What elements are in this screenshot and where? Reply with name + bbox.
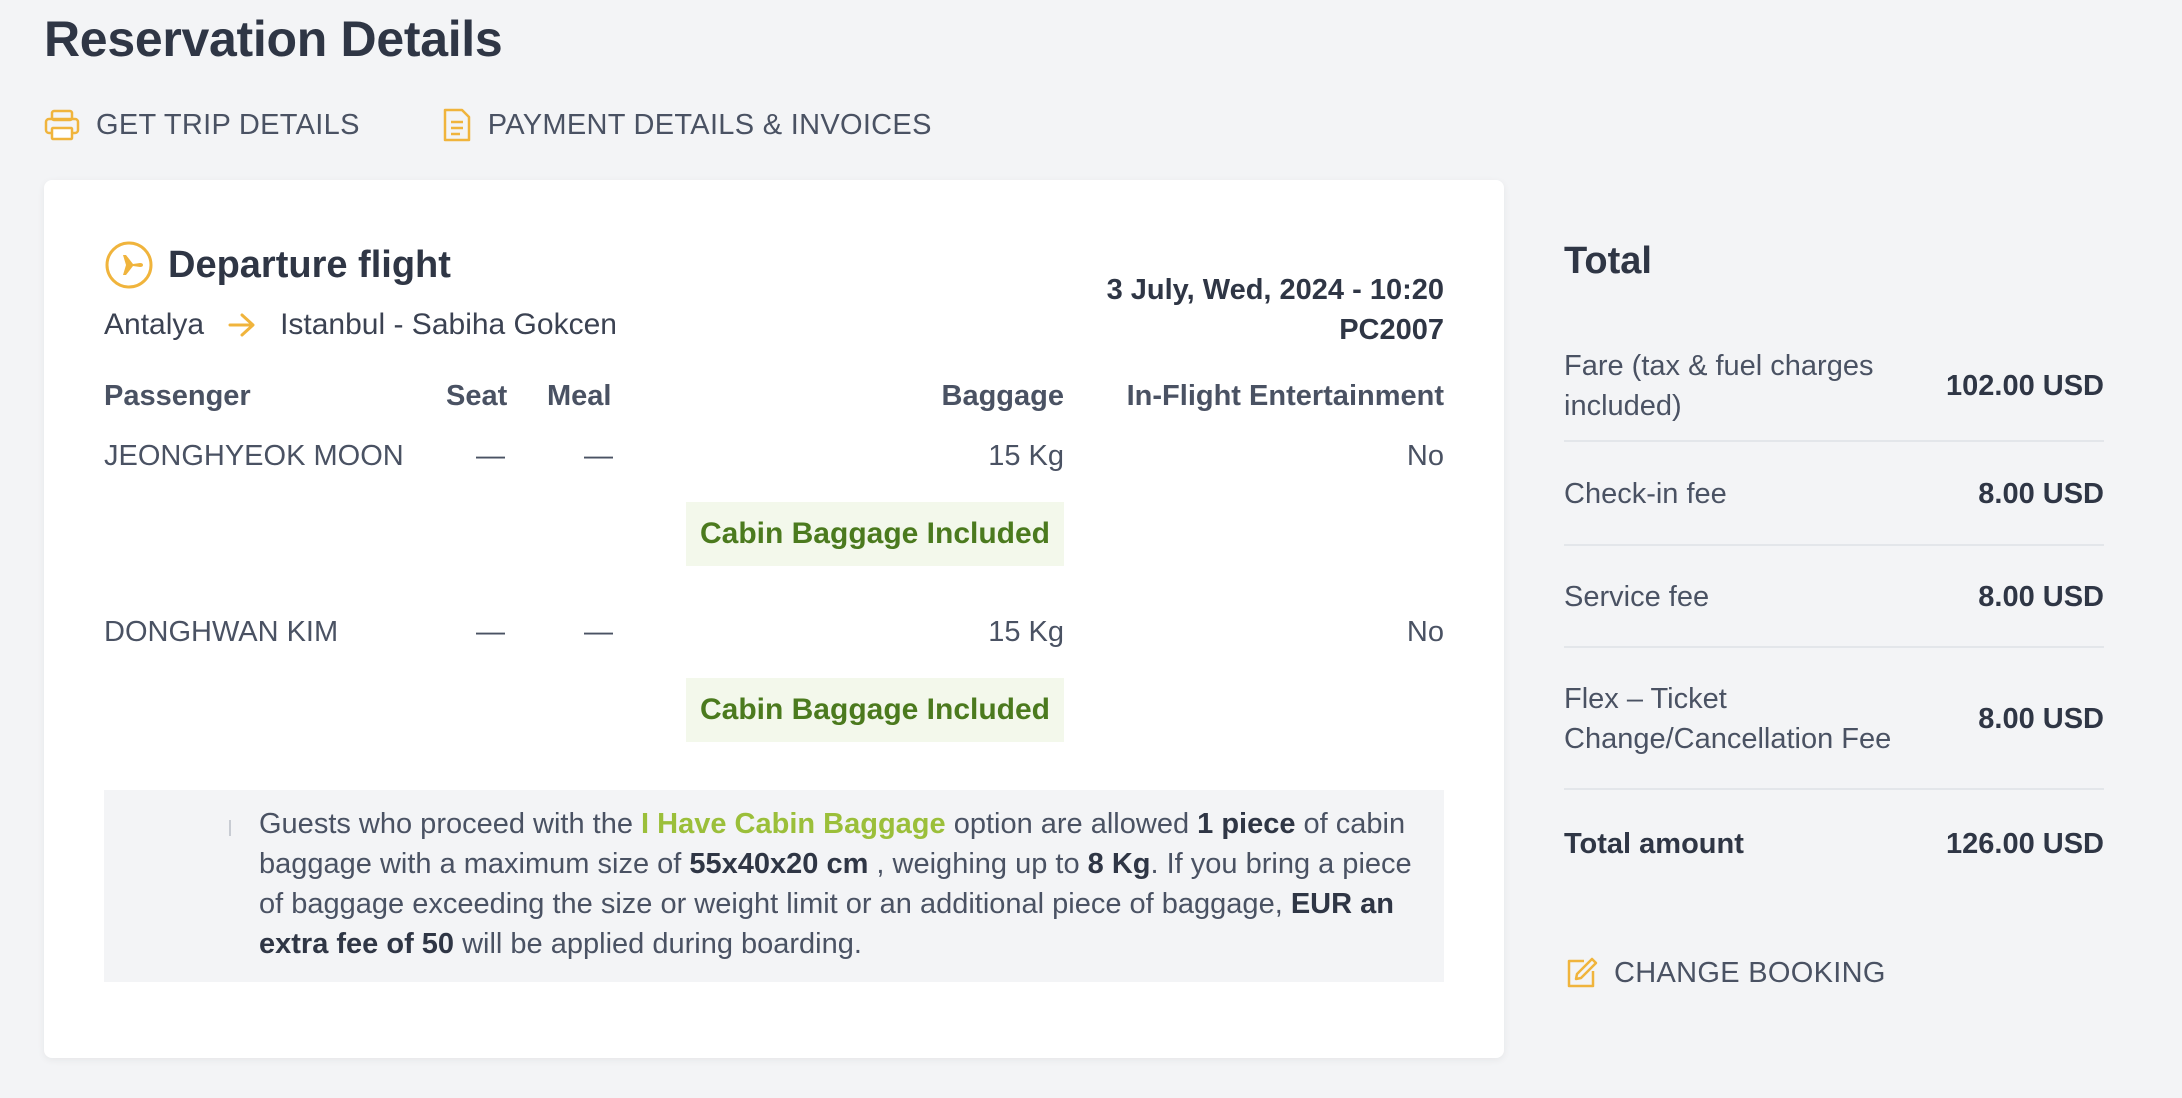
ife-value: No [1406, 440, 1444, 472]
baggage-value: 15 Kg [988, 440, 1064, 472]
total-amount-row: Total amount 126.00 USD [1564, 792, 2104, 896]
arrow-right-icon [228, 313, 255, 337]
flight-heading: Departure flight [104, 240, 451, 290]
note-marker [229, 820, 231, 836]
header-ife: In-Flight Entertainment [1126, 380, 1444, 412]
flex-fee-row: Flex – Ticket Change/Cancellation Fee 8.… [1564, 650, 2104, 790]
flight-card: Departure flight Antalya Istanbul - Sabi… [44, 180, 1504, 1058]
header-passenger: Passenger [104, 380, 251, 412]
row-label: Service fee [1564, 581, 1710, 613]
printer-icon [44, 109, 80, 141]
flight-datetime: 3 July, Wed, 2024 - 10:20 [1106, 274, 1444, 306]
edit-icon [1567, 957, 1598, 988]
header-baggage: Baggage [941, 380, 1064, 412]
payment-details-button[interactable]: PAYMENT DETAILS & INVOICES [442, 108, 932, 142]
destination: Istanbul - Sabiha Gokcen [280, 308, 617, 341]
ife-value: No [1406, 616, 1444, 648]
total-panel: Total Fare (tax & fuel charges included)… [1564, 240, 2104, 860]
total-amount-value: 126.00 USD [1946, 827, 2104, 860]
change-booking-label: CHANGE BOOKING [1614, 956, 1886, 989]
meal-value: — [584, 440, 613, 472]
payment-details-label: PAYMENT DETAILS & INVOICES [487, 108, 932, 141]
route: Antalya Istanbul - Sabiha Gokcen [104, 308, 617, 342]
fare-row: Fare (tax & fuel charges included) 102.0… [1564, 332, 2104, 442]
row-value: 8.00 USD [1978, 477, 2104, 510]
row-label: Check-in fee [1564, 478, 1727, 510]
baggage-value: 15 Kg [988, 616, 1064, 648]
header-meal: Meal [547, 380, 612, 412]
flight-title: Departure flight [168, 243, 451, 286]
cabin-baggage-badge: Cabin Baggage Included [686, 678, 1064, 742]
row-value: 8.00 USD [1978, 702, 2104, 735]
get-trip-details-button[interactable]: GET TRIP DETAILS [44, 109, 360, 142]
cabin-baggage-badge: Cabin Baggage Included [686, 502, 1064, 566]
reservation-actions: GET TRIP DETAILS PAYMENT DETAILS & INVOI… [44, 108, 1014, 142]
flight-number: PC2007 [1339, 314, 1444, 346]
passenger-name: JEONGHYEOK MOON [104, 440, 404, 472]
meal-value: — [584, 616, 613, 648]
checkin-fee-row: Check-in fee 8.00 USD [1564, 444, 2104, 546]
page-title: Reservation Details [44, 11, 503, 67]
document-icon [443, 108, 470, 142]
airplane-icon [105, 241, 153, 289]
row-label: Fare (tax & fuel charges included) [1564, 350, 1874, 422]
change-booking-button[interactable]: CHANGE BOOKING [1564, 956, 1886, 990]
row-label: Flex – Ticket Change/Cancellation Fee [1564, 683, 1892, 755]
total-title: Total [1564, 240, 1652, 282]
row-value: 102.00 USD [1946, 369, 2104, 402]
service-fee-row: Service fee 8.00 USD [1564, 548, 2104, 648]
header-seat: Seat [446, 380, 508, 412]
seat-value: — [476, 440, 505, 472]
baggage-policy-note: Guests who proceed with the I Have Cabin… [104, 790, 1444, 982]
get-trip-details-label: GET TRIP DETAILS [96, 108, 360, 141]
row-value: 8.00 USD [1978, 580, 2104, 613]
total-amount-label: Total amount [1564, 828, 1744, 860]
cabin-baggage-option-link: I Have Cabin Baggage [641, 808, 946, 840]
passenger-name: DONGHWAN KIM [104, 616, 339, 648]
origin: Antalya [104, 308, 205, 341]
seat-value: — [476, 616, 505, 648]
note-text: Guests who proceed with the I Have Cabin… [259, 808, 1412, 960]
flight-meta: 3 July, Wed, 2024 - 10:20 PC2007 [1107, 270, 1444, 350]
